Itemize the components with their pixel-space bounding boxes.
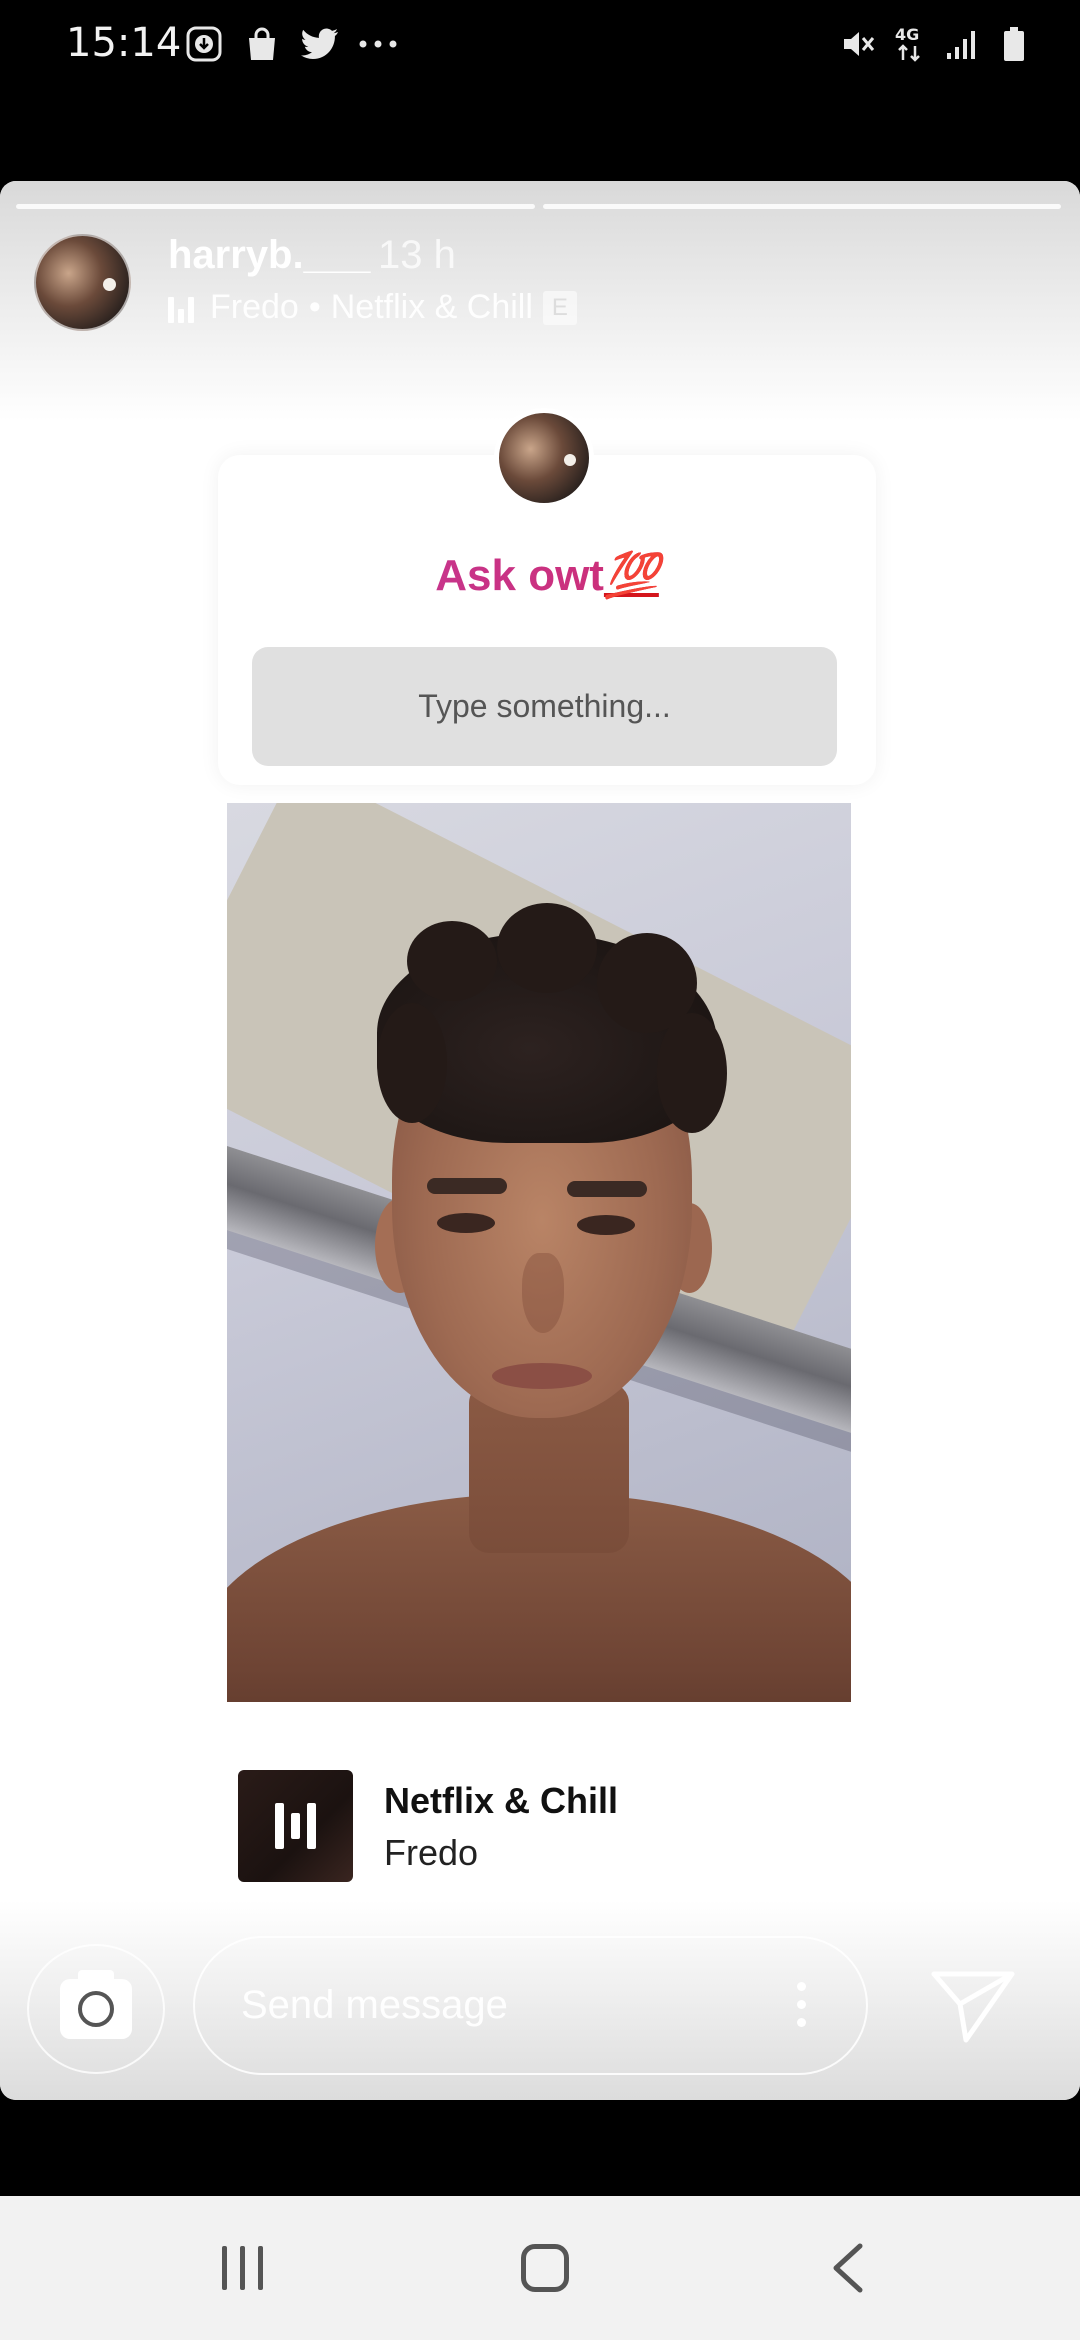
status-bar: 15:14 4G xyxy=(0,0,1080,92)
send-icon[interactable] xyxy=(928,1960,1018,2050)
svg-text:4G: 4G xyxy=(895,25,919,44)
back-button[interactable] xyxy=(808,2232,888,2304)
photo-hair-curl xyxy=(497,903,597,993)
story-time-ago: 13 h xyxy=(378,233,456,277)
send-message-placeholder: Send message xyxy=(241,1983,508,2027)
back-chevron-icon xyxy=(833,2243,863,2293)
progress-segment-1 xyxy=(16,204,535,209)
battery-icon xyxy=(994,24,1034,64)
status-time: 15:14 xyxy=(66,20,182,66)
story-progress-bar xyxy=(16,204,1061,209)
hundred-emoji-icon: 💯 xyxy=(603,551,659,600)
recents-icon xyxy=(221,2246,263,2290)
music-logo-icon xyxy=(275,1803,316,1849)
story-card[interactable]: harryb.___ 13 h Fredo • Netflix & Chill … xyxy=(0,181,1080,2100)
shopping-bag-icon xyxy=(242,24,282,64)
question-title: Ask owt💯 xyxy=(218,549,876,601)
photo-nose xyxy=(522,1253,564,1333)
explicit-badge: E xyxy=(542,290,577,325)
mute-icon xyxy=(838,24,878,64)
music-title: Netflix & Chill xyxy=(330,288,533,326)
download-icon xyxy=(184,24,224,64)
music-separator: • xyxy=(308,288,321,326)
photo-eye-right xyxy=(577,1215,635,1235)
music-sticker-artist: Fredo xyxy=(384,1832,479,1873)
camera-button[interactable] xyxy=(27,1944,165,2074)
question-text: Ask owt xyxy=(435,551,604,600)
photo-eye-left xyxy=(437,1213,495,1233)
photo-brow-right xyxy=(567,1181,647,1197)
more-dots-icon xyxy=(358,24,398,64)
user-avatar[interactable] xyxy=(34,234,131,331)
home-icon xyxy=(521,2244,569,2292)
progress-segment-2 xyxy=(542,204,1061,209)
photo-hair-curl xyxy=(407,921,497,1001)
music-equalizer-icon xyxy=(168,293,200,323)
story-username[interactable]: harryb.___ xyxy=(168,233,370,278)
send-message-input[interactable]: Send message xyxy=(193,1936,868,2075)
signal-icon xyxy=(942,24,982,64)
system-nav-bar xyxy=(0,2196,1080,2340)
photo-mouth xyxy=(492,1363,592,1389)
4g-icon: 4G xyxy=(890,24,930,64)
camera-icon xyxy=(60,1970,132,2039)
question-sticker-avatar xyxy=(494,408,594,508)
twitter-icon xyxy=(300,24,340,64)
music-artist: Fredo xyxy=(210,288,299,326)
home-button[interactable] xyxy=(505,2232,585,2304)
more-options-icon[interactable] xyxy=(797,1982,806,2027)
photo-hair-curl xyxy=(377,1003,447,1123)
photo-hair-curl xyxy=(657,1013,727,1133)
status-icons-left xyxy=(184,24,398,64)
music-sticker-title: Netflix & Chill xyxy=(384,1780,619,1821)
story-photo xyxy=(227,803,851,1702)
status-icons-right: 4G xyxy=(838,24,1034,64)
music-sticker[interactable]: Netflix & Chill Fredo xyxy=(228,1754,654,1882)
album-art xyxy=(238,1770,353,1882)
recents-button[interactable] xyxy=(202,2232,282,2304)
question-answer-input[interactable]: Type something... xyxy=(252,647,837,766)
story-music-attribution[interactable]: Fredo • Netflix & Chill E xyxy=(168,288,577,327)
photo-brow-left xyxy=(427,1178,507,1194)
